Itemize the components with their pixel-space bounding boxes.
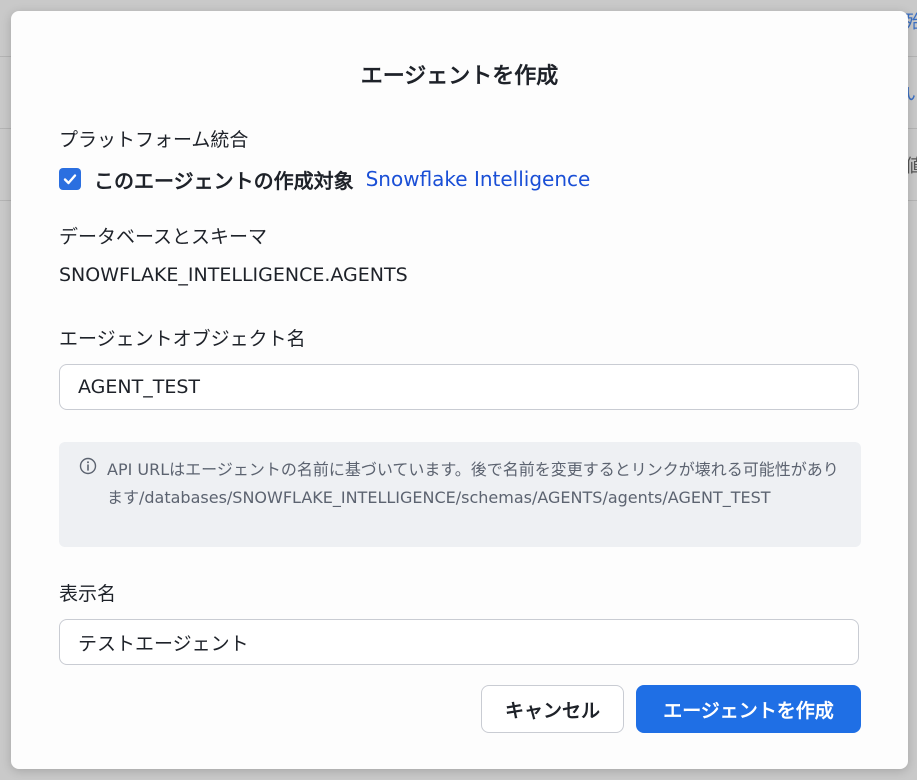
- platform-integration-label: プラットフォーム統合: [59, 129, 249, 151]
- create-agent-dialog: エージェントを作成 プラットフォーム統合 このエージェントの作成対象 Snowf…: [11, 11, 908, 769]
- dialog-title: エージェントを作成: [360, 64, 559, 89]
- database-schema-value: SNOWFLAKE_INTELLIGENCE.AGENTS: [59, 264, 408, 286]
- display-name-input[interactable]: [59, 619, 859, 665]
- database-schema-label: データベースとスキーマ: [59, 226, 268, 248]
- info-icon: [79, 457, 97, 475]
- display-name-label: 表示名: [59, 583, 117, 605]
- api-url-info-text: API URLはエージェントの名前に基づいています。後で名前を変更するとリンクが…: [107, 460, 839, 507]
- object-name-label: エージェントオブジェクト名: [59, 328, 306, 350]
- platform-checkbox[interactable]: [59, 168, 81, 190]
- create-agent-button[interactable]: エージェントを作成: [636, 685, 861, 733]
- checkbox-label: このエージェントの作成対象: [94, 168, 354, 193]
- check-icon: [63, 174, 77, 185]
- api-url-info-box: API URLはエージェントの名前に基づいています。後で名前を変更するとリンクが…: [59, 442, 861, 547]
- platform-checkbox-row[interactable]: このエージェントの作成対象 Snowflake Intelligence: [59, 166, 591, 193]
- snowflake-intelligence-link[interactable]: Snowflake Intelligence: [366, 167, 591, 191]
- object-name-input[interactable]: [59, 364, 859, 410]
- cancel-button[interactable]: キャンセル: [481, 685, 624, 733]
